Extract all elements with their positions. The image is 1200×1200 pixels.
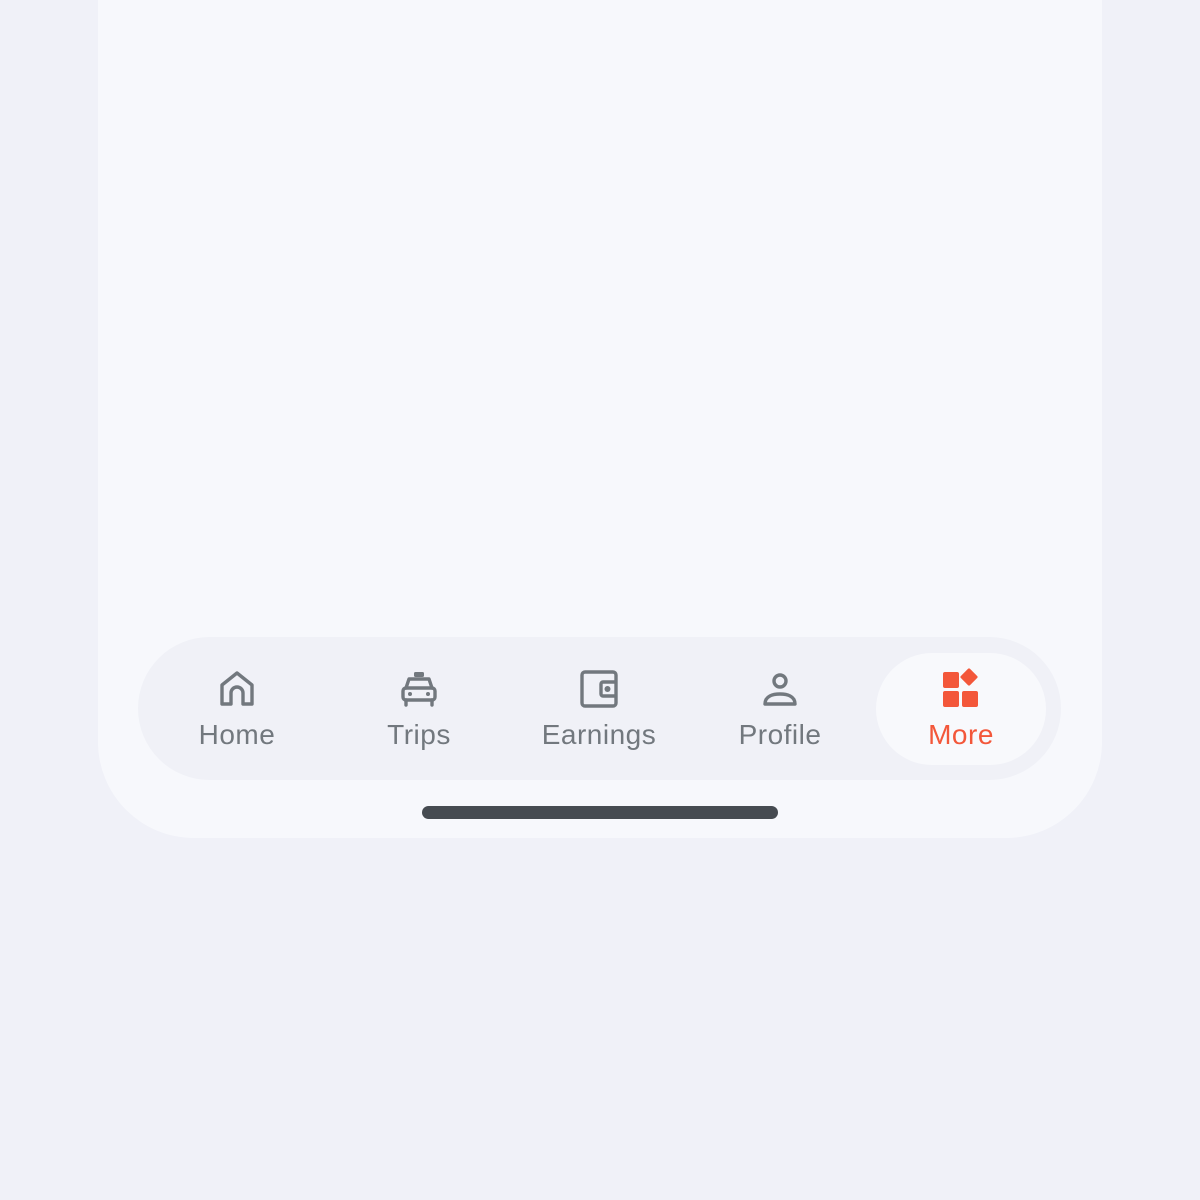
tab-more-label: More — [928, 719, 994, 750]
tab-trips[interactable]: Trips — [334, 653, 504, 765]
tab-profile[interactable]: Profile — [695, 653, 865, 765]
phone-screen: Home Trips Earnings Profile More — [98, 0, 1102, 838]
wallet-icon — [578, 668, 620, 710]
tab-more[interactable]: More — [876, 653, 1046, 765]
tab-earnings-label: Earnings — [541, 719, 657, 750]
tab-home[interactable]: Home — [152, 653, 322, 765]
taxi-icon — [398, 668, 440, 710]
apps-icon — [940, 668, 982, 710]
tab-trips-label: Trips — [387, 719, 451, 750]
home-indicator[interactable] — [422, 806, 778, 819]
home-icon — [216, 668, 258, 710]
tab-profile-label: Profile — [738, 719, 822, 750]
person-icon — [759, 668, 801, 710]
tab-earnings[interactable]: Earnings — [514, 653, 684, 765]
tab-home-label: Home — [198, 719, 276, 750]
bottom-tab-bar: Home Trips Earnings Profile More — [138, 637, 1061, 780]
